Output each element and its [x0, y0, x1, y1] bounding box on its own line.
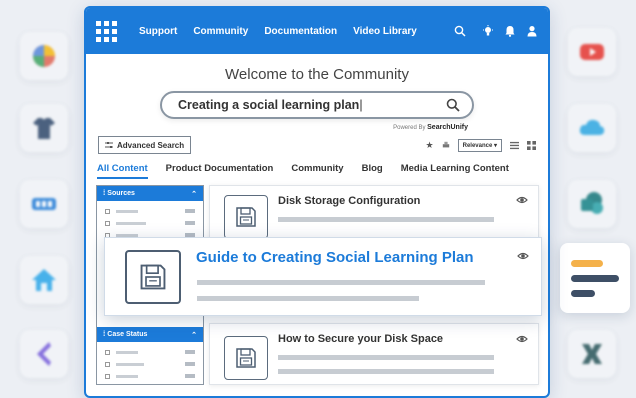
app-logo-tile — [560, 243, 630, 313]
grid-view-icon[interactable] — [527, 140, 536, 150]
sort-select[interactable]: Relevance ▾ — [457, 138, 502, 152]
nav-link-video-library[interactable]: Video Library — [353, 26, 417, 37]
top-navigation: Support Community Documentation Video Li… — [86, 8, 548, 54]
logo-bar — [571, 260, 603, 267]
facet-option[interactable] — [97, 358, 203, 370]
eye-icon[interactable] — [516, 194, 528, 206]
result-title[interactable]: Disk Storage Configuration — [278, 195, 420, 207]
text-cursor: | — [359, 98, 363, 112]
powered-by-prefix: Powered By — [393, 125, 426, 131]
floppy-disk-icon — [224, 195, 268, 239]
box-logo-icon — [32, 198, 56, 210]
video-logo-icon — [580, 44, 604, 60]
lightbulb-icon[interactable] — [482, 25, 494, 37]
search-icon[interactable] — [446, 98, 460, 112]
list-view-icon[interactable] — [510, 141, 519, 150]
nav-link-support[interactable]: Support — [139, 26, 177, 37]
result-card[interactable]: Disk Storage Configuration — [209, 185, 539, 245]
app-logo-tile — [568, 28, 616, 76]
tab-all-content[interactable]: All Content — [97, 163, 148, 179]
print-icon[interactable] — [442, 141, 450, 149]
facet-option[interactable] — [97, 217, 203, 229]
content-tabs: All Content Product Documentation Commun… — [86, 163, 548, 179]
featured-result-card[interactable]: Guide to Creating Social Learning Plan — [104, 237, 542, 316]
bell-icon[interactable] — [504, 25, 516, 37]
advanced-search-button[interactable]: Advanced Search — [98, 136, 192, 154]
chevron-up-icon: ⌃ — [191, 190, 197, 198]
result-title[interactable]: Guide to Creating Social Learning Plan — [196, 249, 474, 266]
chevron-logo-icon — [37, 342, 51, 366]
floppy-disk-icon — [125, 250, 181, 304]
logo-bar — [571, 275, 619, 282]
app-logo-tile — [568, 104, 616, 152]
tab-community[interactable]: Community — [291, 163, 343, 179]
facet-marker: ⁞ — [103, 190, 106, 197]
app-logo-tile — [568, 180, 616, 228]
facet-title: Case Status — [107, 331, 148, 338]
snippet-line — [278, 369, 494, 374]
snippet-line — [197, 280, 485, 285]
sharepoint-logo-icon — [581, 192, 603, 214]
community-window: Support Community Documentation Video Li… — [84, 6, 550, 398]
snippet-line — [278, 355, 494, 360]
user-icon[interactable] — [526, 25, 538, 37]
app-logo-tile — [568, 330, 616, 378]
star-icon[interactable]: ★ — [426, 140, 434, 151]
floppy-disk-icon — [224, 336, 268, 380]
tab-blog[interactable]: Blog — [362, 163, 383, 179]
sort-select-value: Relevance — [462, 142, 493, 149]
eye-icon[interactable] — [516, 333, 528, 345]
powered-by: Powered By SearchUnify — [86, 124, 468, 131]
facet-option[interactable] — [97, 346, 203, 358]
app-logo-tile — [20, 330, 68, 378]
results-toolbar: Advanced Search ★ Relevance ▾ — [86, 136, 548, 154]
facet-option[interactable] — [97, 205, 203, 217]
cloud-logo-icon — [579, 119, 605, 135]
snippet-line — [278, 217, 494, 222]
result-title[interactable]: How to Secure your Disk Space — [278, 333, 443, 345]
app-logo-tile — [20, 256, 68, 304]
search-icon[interactable] — [454, 25, 466, 37]
advanced-search-label: Advanced Search — [117, 140, 185, 150]
app-logo-tile — [20, 104, 68, 152]
facet-marker: ⁞ — [103, 331, 106, 338]
facet-header-sources[interactable]: ⁞ Sources ⌃ — [97, 186, 203, 201]
app-launcher-icon[interactable] — [96, 20, 117, 42]
eye-icon[interactable] — [517, 250, 529, 262]
tab-media-learning-content[interactable]: Media Learning Content — [401, 163, 509, 179]
facet-title: Sources — [107, 190, 135, 197]
shirt-logo-icon — [33, 118, 55, 139]
logo-bar — [571, 290, 595, 297]
facet-option[interactable] — [97, 370, 203, 382]
sliders-icon — [105, 142, 113, 148]
pinwheel-logo-icon — [33, 45, 55, 67]
search-input[interactable]: Creating a social learning plan| — [160, 91, 474, 119]
facet-header-case-status[interactable]: ⁞ Case Status ⌃ — [97, 327, 203, 342]
chevron-up-icon: ⌃ — [191, 331, 197, 339]
tab-product-documentation[interactable]: Product Documentation — [166, 163, 274, 179]
result-card[interactable]: How to Secure your Disk Space — [209, 323, 539, 385]
nav-link-documentation[interactable]: Documentation — [264, 26, 337, 37]
page-title: Welcome to the Community — [225, 66, 409, 83]
app-logo-tile — [20, 32, 68, 80]
search-query-text: Creating a social learning plan — [178, 98, 360, 112]
searchunify-logo-text: SearchUnify — [427, 124, 468, 131]
snippet-line — [197, 296, 419, 301]
x-logo-icon — [582, 344, 602, 364]
nav-link-community[interactable]: Community — [193, 26, 248, 37]
app-logo-tile — [20, 180, 68, 228]
house-logo-icon — [32, 269, 56, 291]
